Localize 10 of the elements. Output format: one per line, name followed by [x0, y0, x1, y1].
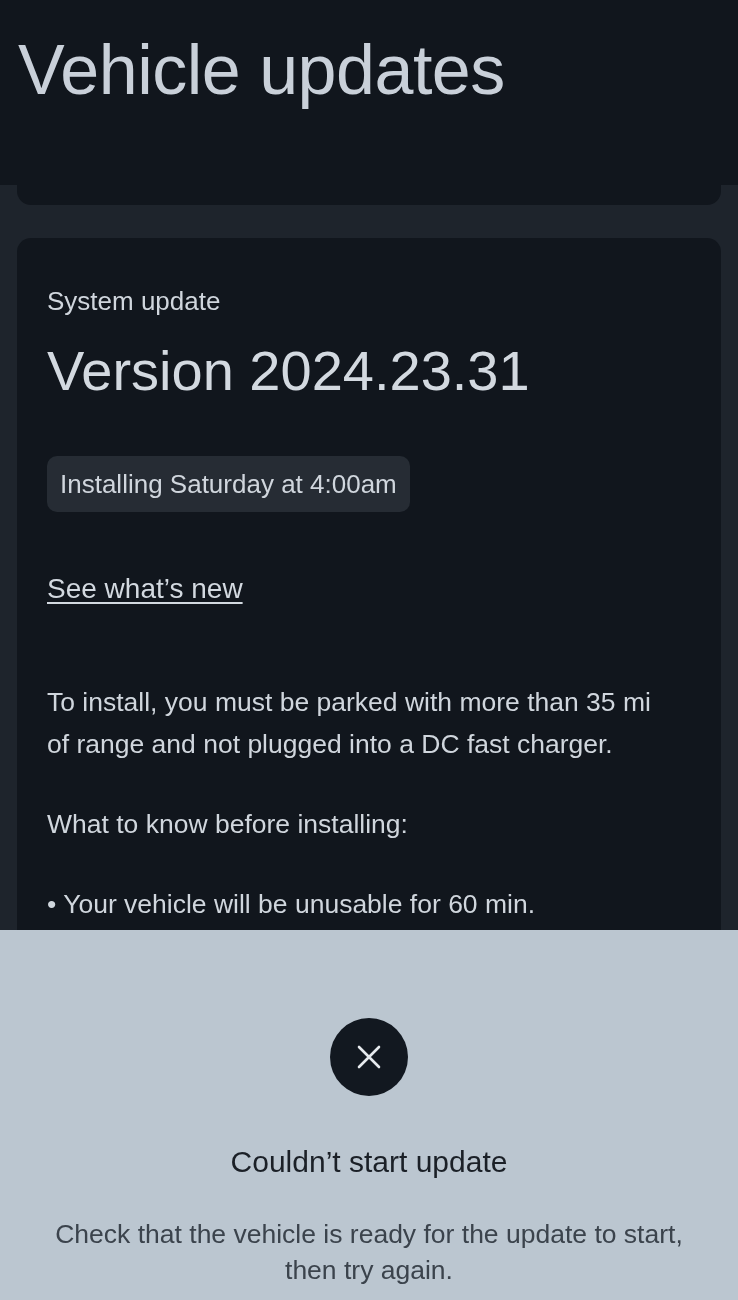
error-message: Check that the vehicle is ready for the update to start, then try again.: [54, 1218, 684, 1287]
update-type-label: System update: [47, 286, 222, 317]
requirements-text: To install, you must be parked with more than 35 mi of range and not plugged into a DC fast charger.: [47, 686, 652, 761]
version-title: Version 2024.23.31: [47, 338, 531, 404]
schedule-badge: Installing Saturday at 4:00am: [47, 456, 410, 512]
notes-heading: What to know before installing:: [47, 808, 409, 841]
error-title: Couldn’t start update: [229, 1145, 509, 1179]
cross-icon: [330, 1018, 408, 1096]
note-item: • Your vehicle will be unusable for 60 min.: [47, 888, 537, 921]
whats-new-link[interactable]: See what’s new: [47, 572, 243, 605]
